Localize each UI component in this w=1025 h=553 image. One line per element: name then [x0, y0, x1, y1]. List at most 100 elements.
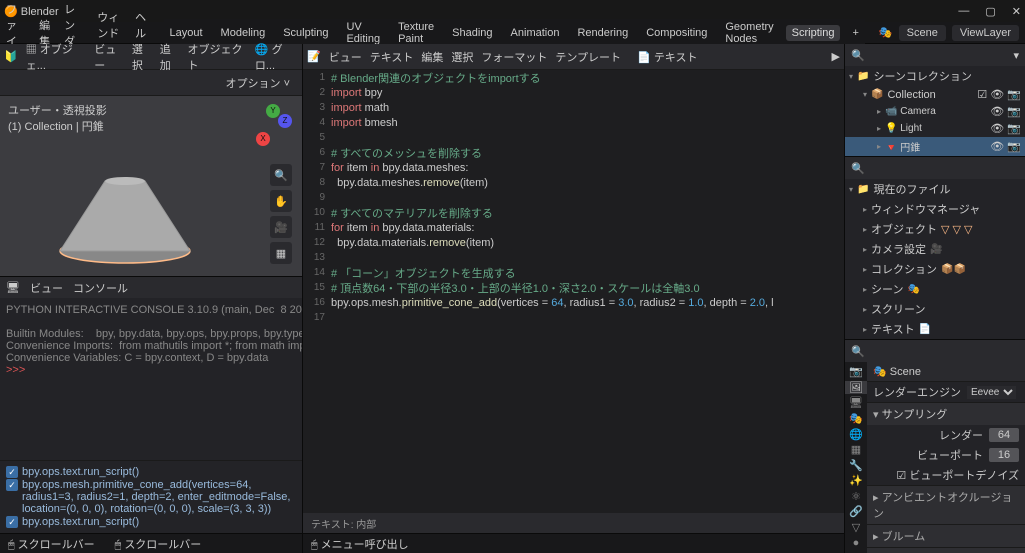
text-format-menu[interactable]: フォーマット	[481, 49, 547, 65]
tab-material[interactable]: ●	[845, 536, 867, 550]
scene-name-field[interactable]: 🎭 Scene	[867, 362, 1025, 382]
viewlayer-field[interactable]: ViewLayer	[952, 25, 1019, 41]
log-entry[interactable]: ✓bpy.ops.text.run_script()	[6, 516, 296, 528]
workspace-tab[interactable]: Texture Paint	[392, 19, 440, 47]
workspace-tab[interactable]: Compositing	[640, 25, 713, 41]
axis-z-icon[interactable]: Z	[278, 114, 292, 128]
text-edit-menu[interactable]: 編集	[421, 49, 443, 65]
render-engine-select[interactable]: Eevee	[967, 386, 1016, 399]
collection-row[interactable]: ▾📦 Collection☑ 👁 📷	[845, 86, 1025, 103]
tab-world[interactable]: 🌐	[845, 427, 867, 441]
console-view-menu[interactable]: ビュー	[30, 280, 63, 296]
tab-modifier[interactable]: 🔧	[845, 458, 867, 472]
filter-icon[interactable]: ▾	[1013, 49, 1019, 62]
search-icon[interactable]: 🔍	[851, 162, 865, 175]
scene-row[interactable]: ▸ シーン 🎭	[845, 279, 1025, 299]
console-prompt[interactable]: >>>	[6, 364, 296, 376]
scene-field[interactable]: Scene	[899, 25, 946, 41]
cam-row[interactable]: ▸ カメラ設定 🎥	[845, 239, 1025, 259]
outliner-item[interactable]: ▸ 📹 Camera👁 📷	[845, 103, 1025, 120]
move-icon[interactable]: ✋	[270, 190, 292, 212]
window-controls[interactable]: — ▢ ✕	[958, 5, 1021, 18]
coll-row[interactable]: ▸ コレクション 📦📦	[845, 259, 1025, 279]
axis-x-icon[interactable]: X	[256, 132, 270, 146]
cone-object[interactable]	[50, 166, 200, 266]
view-menu[interactable]: ビュー	[94, 41, 124, 73]
workspace-tab[interactable]: Geometry Nodes	[719, 19, 779, 47]
tab-particle[interactable]: ✨	[845, 474, 867, 488]
console-header: 🖥 ビュー コンソール	[0, 276, 302, 298]
tab-object[interactable]: ▦	[845, 443, 867, 457]
add-menu[interactable]: 追加	[160, 41, 180, 73]
scrollbar-label: 🖱 スクロールバー	[115, 536, 202, 552]
tab-data[interactable]: ▽	[845, 521, 867, 535]
text-name-field[interactable]: 📄 テキスト	[629, 47, 705, 67]
outliner-search[interactable]: 🔍	[851, 49, 865, 62]
workspace-tab[interactable]: Shading	[446, 25, 498, 41]
prop-section[interactable]: ▸ 被写界深度	[867, 547, 1025, 553]
add-workspace-button[interactable]: +	[846, 25, 864, 41]
text-select-menu[interactable]: 選択	[451, 49, 473, 65]
view-collection-label: (1) Collection | 円錐	[8, 118, 107, 134]
workspace-tab[interactable]: Rendering	[571, 25, 634, 41]
log-entry[interactable]: ✓bpy.ops.mesh.primitive_cone_add(vertice…	[6, 479, 296, 515]
objects-row[interactable]: ▸ オブジェクト ▽ ▽ ▽	[845, 219, 1025, 239]
workspace-tab[interactable]: UV Editing	[340, 19, 386, 47]
text-row[interactable]: ▸ テキスト 📄	[845, 319, 1025, 339]
persp-icon[interactable]: ▦	[270, 242, 292, 264]
text-template-menu[interactable]: テンプレート	[555, 49, 621, 65]
search-field[interactable]: 🔍	[851, 345, 865, 358]
text-text-menu[interactable]: テキスト	[370, 49, 414, 65]
tab-physics[interactable]: ⚛	[845, 490, 867, 504]
workspace-tab[interactable]: Scripting	[786, 25, 841, 41]
mode-dropdown[interactable]: ▦ オブジェ...	[26, 41, 87, 73]
axis-y-icon[interactable]: Y	[266, 104, 280, 118]
select-menu[interactable]: 選択	[132, 41, 152, 73]
sampling-section[interactable]: ▾ サンプリング	[867, 402, 1025, 425]
maximize-icon[interactable]: ▢	[985, 5, 995, 18]
python-console[interactable]: PYTHON INTERACTIVE CONSOLE 3.10.9 (main,…	[0, 298, 302, 460]
tab-render[interactable]: 📷	[845, 365, 867, 379]
workspace-tab[interactable]: Sculpting	[277, 25, 334, 41]
options-dropdown[interactable]: オプション ˅	[218, 73, 298, 93]
nav-gizmo[interactable]: Y Z X	[238, 104, 290, 156]
render-samples-field[interactable]: 64	[989, 428, 1019, 442]
run-script-button[interactable]: ▶	[832, 50, 840, 63]
text-status-bar: テキスト: 内部	[303, 513, 844, 533]
scene-collection-row[interactable]: ▾📁 シーンコレクション	[845, 66, 1025, 86]
text-editor[interactable]: 1# Blender関連のオブジェクトをimportする2import bpy3…	[303, 70, 844, 513]
tab-scene[interactable]: 🎭	[845, 412, 867, 426]
viewport-samples-field[interactable]: 16	[989, 448, 1019, 462]
outliner-item[interactable]: ▸ 🔻 円錐👁 📷	[845, 137, 1025, 156]
zoom-icon[interactable]: 🔍	[270, 164, 292, 186]
properties: 📷 🖼 🖥 🎭 🌐 ▦ 🔧 ✨ ⚛ 🔗 ▽ ● 🎭 Scene レンダーエンジン…	[845, 362, 1025, 553]
render-engine-label: レンダーエンジン	[873, 384, 961, 400]
minimize-icon[interactable]: —	[958, 5, 969, 18]
3d-viewport[interactable]: ユーザー・透視投影(1) Collection | 円錐 Y Z X 🔍 ✋ 🎥…	[0, 96, 302, 276]
screen-row[interactable]: ▸ スクリーン	[845, 299, 1025, 319]
camera-icon[interactable]: 🎥	[270, 216, 292, 238]
current-file-row[interactable]: ▾📁 現在のファイル	[845, 179, 1025, 199]
close-icon[interactable]: ✕	[1012, 5, 1021, 18]
object-menu[interactable]: オブジェクト	[187, 41, 246, 73]
console-menu[interactable]: コンソール	[73, 280, 128, 296]
log-entry[interactable]: ✓bpy.ops.text.run_script()	[6, 466, 296, 478]
menu-call-label: 🖱 メニュー呼び出し	[311, 536, 409, 552]
orientation-dropdown[interactable]: 🌐 グロ...	[255, 41, 298, 73]
wm-row[interactable]: ▸ ウィンドウマネージャ	[845, 199, 1025, 219]
workspace-tab[interactable]: Animation	[505, 25, 566, 41]
editor-type-icon[interactable]: 🖥	[6, 281, 20, 294]
editor-type-icon[interactable]: 🔰	[4, 50, 18, 63]
tab-output[interactable]: 🖼	[845, 381, 867, 395]
text-view-menu[interactable]: ビュー	[329, 49, 362, 65]
prop-section[interactable]: ▸ ブルーム	[867, 524, 1025, 547]
workspace-tab[interactable]: Modeling	[215, 25, 272, 41]
prop-section[interactable]: ▸ アンビエントオクルージョン	[867, 485, 1025, 524]
view3d-header: 🔰 ▦ オブジェ... ビュー 選択 追加 オブジェクト 🌐 グロ...	[0, 44, 302, 70]
denoise-checkbox[interactable]: ☑ ビューポートデノイズ	[896, 467, 1019, 483]
editor-type-icon[interactable]: 📝	[307, 50, 321, 63]
workspace-tab[interactable]: Layout	[164, 25, 209, 41]
tab-constraint[interactable]: 🔗	[845, 505, 867, 519]
outliner-item[interactable]: ▸ 💡 Light👁 📷	[845, 120, 1025, 137]
tab-view[interactable]: 🖥	[845, 396, 867, 410]
